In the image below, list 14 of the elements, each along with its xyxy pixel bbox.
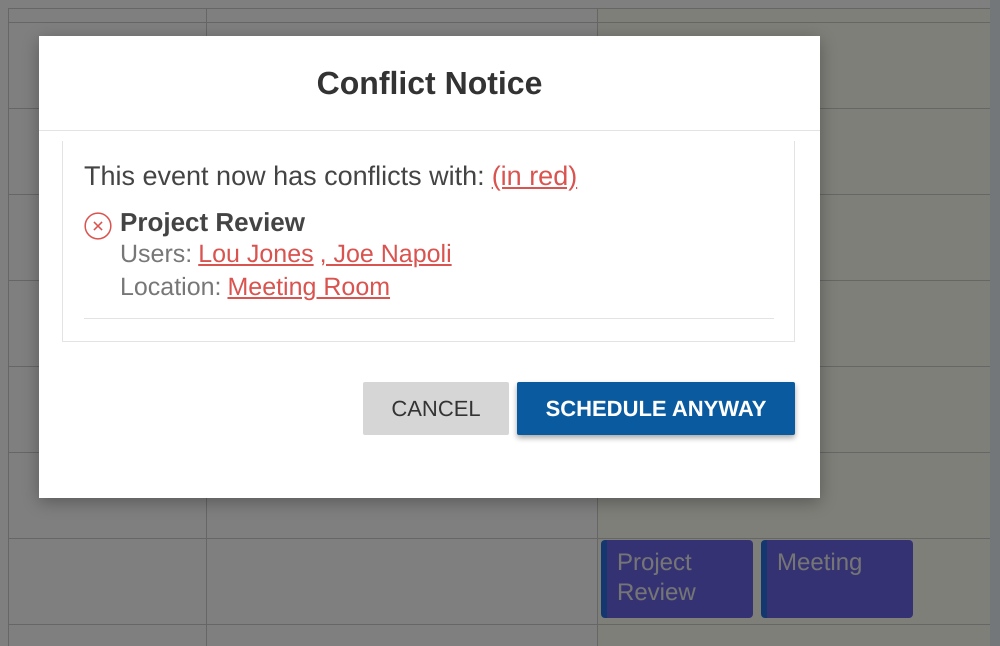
conflict-message: This event now has conflicts with:	[84, 161, 485, 192]
conflicts-hint-link[interactable]: (in red)	[492, 161, 578, 192]
error-circle-icon	[84, 212, 112, 240]
calendar-event[interactable]: Project Review	[601, 540, 753, 618]
schedule-anyway-button[interactable]: SCHEDULE ANYWAY	[517, 382, 795, 435]
location-link[interactable]: Meeting Room	[227, 271, 390, 304]
user-link[interactable]: , Joe Napoli	[320, 238, 452, 271]
users-label: Users:	[120, 239, 192, 270]
location-label: Location:	[120, 272, 222, 303]
user-link[interactable]: Lou Jones	[198, 238, 314, 271]
dialog-title: Conflict Notice	[39, 36, 820, 131]
calendar-event[interactable]: Meeting	[761, 540, 913, 618]
conflict-event-title: Project Review	[120, 206, 306, 238]
cancel-button[interactable]: CANCEL	[363, 382, 509, 435]
